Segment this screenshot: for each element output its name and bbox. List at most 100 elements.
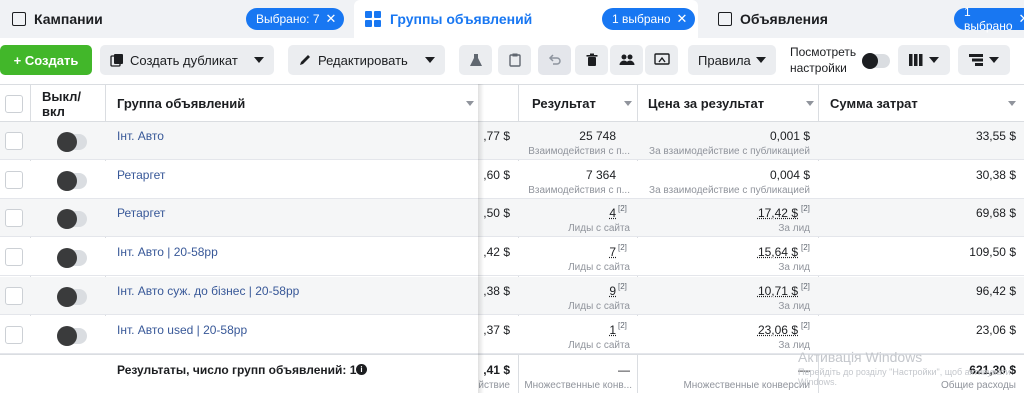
table-header: Выкл/ вкл Группа объявлений Результат Це… — [0, 84, 1024, 122]
tab-campaigns-label: Кампании — [34, 11, 103, 27]
frozen-column-shadow — [478, 84, 484, 393]
view-settings-line1: Посмотреть — [790, 44, 856, 60]
adsets-selected-pill[interactable]: 1 выбрано ✕ — [602, 8, 695, 30]
adset-name-link[interactable]: Інт. Авто суж. до бізнес | 20-58рр — [117, 284, 299, 298]
row-result[interactable]: 9 — [520, 284, 616, 298]
row-cost-per-result: 0,001 $ — [640, 129, 810, 143]
column-onoff[interactable]: Выкл/ вкл — [42, 85, 102, 122]
table-row: Інт. Авто суж. до бізнес | 20-58рр ,38 $9… — [0, 277, 1024, 315]
row-toggle[interactable] — [57, 328, 87, 344]
column-cost-per-result[interactable]: Цена за результат — [648, 85, 764, 122]
info-icon[interactable]: i — [356, 364, 367, 375]
row-spend: 23,06 $ — [820, 323, 1016, 337]
ads-selected-pill[interactable]: 1 выбрано ✕ — [954, 8, 1024, 30]
close-icon[interactable]: ✕ — [677, 11, 688, 27]
columns-button[interactable] — [898, 45, 950, 75]
row-result: 25 748 — [520, 129, 616, 143]
chevron-down-icon[interactable] — [254, 57, 264, 63]
close-icon[interactable]: ✕ — [326, 11, 337, 27]
row-checkbox[interactable] — [5, 171, 23, 189]
row-cost-per-result[interactable]: 15,64 $ — [640, 245, 798, 259]
view-settings-toggle[interactable] — [862, 54, 890, 68]
row-toggle[interactable] — [57, 250, 87, 266]
row-cost-per-result-sub: За взаимодействие с публикацией — [640, 146, 810, 157]
chevron-down-icon[interactable] — [756, 57, 766, 63]
row-cost-per-result[interactable]: 10,71 $ — [640, 284, 798, 298]
chevron-down-icon — [929, 57, 939, 63]
footnote-mark: [2] — [618, 282, 627, 291]
breakdown-button[interactable] — [958, 45, 1010, 75]
row-cost-per-result[interactable]: 17,42 $ — [640, 206, 798, 220]
row-result[interactable]: 1 — [520, 323, 616, 337]
row-result-sub: Лиды с сайта — [520, 262, 630, 273]
toolbar: + Создать Создать дубликат Редактировать… — [0, 38, 1024, 84]
pencil-icon — [298, 53, 312, 67]
column-adset[interactable]: Группа объявлений — [117, 85, 245, 122]
row-result[interactable]: 4 — [520, 206, 616, 220]
sort-result-icon[interactable] — [624, 101, 632, 106]
create-button[interactable]: + Создать — [0, 45, 92, 75]
adset-name-link[interactable]: Інт. Авто | 20-58рр — [117, 245, 218, 259]
row-toggle[interactable] — [57, 134, 87, 150]
row-checkbox[interactable] — [5, 248, 23, 266]
row-cost-per-result-sub: За лид — [640, 301, 810, 312]
edit-button[interactable]: Редактировать — [288, 45, 445, 75]
campaigns-selected-pill[interactable]: Выбрано: 7 ✕ — [246, 8, 344, 30]
column-result[interactable]: Результат — [532, 85, 596, 122]
row-checkbox[interactable] — [5, 287, 23, 305]
rules-button[interactable]: Правила — [688, 45, 776, 75]
close-icon[interactable]: ✕ — [1019, 11, 1024, 27]
chevron-down-icon — [989, 57, 999, 63]
sort-adset-icon[interactable] — [466, 101, 474, 106]
tab-ads-label: Объявления — [740, 11, 828, 27]
row-checkbox[interactable] — [5, 132, 23, 150]
row-cost-per-result[interactable]: 23,06 $ — [640, 323, 798, 337]
row-toggle[interactable] — [57, 289, 87, 305]
adset-name-link[interactable]: Ретаргет — [117, 206, 165, 220]
footnote-mark: [2] — [801, 204, 810, 213]
clipboard-button[interactable] — [498, 45, 531, 75]
flask-icon — [469, 53, 483, 67]
windows-activation-watermark: Активація Windows Перейдіть до розділу "… — [798, 349, 1011, 387]
row-toggle[interactable] — [57, 173, 87, 189]
adset-name-link[interactable]: Інт. Авто — [117, 129, 164, 143]
delete-button[interactable] — [575, 45, 608, 75]
pill-text: Выбрано: 7 — [256, 12, 320, 26]
copy-icon — [110, 53, 124, 67]
select-all-checkbox[interactable] — [5, 95, 23, 113]
row-toggle[interactable] — [57, 211, 87, 227]
view-settings-line2: настройки — [790, 60, 856, 76]
sort-cpr-icon[interactable] — [806, 101, 814, 106]
ab-test-button[interactable] — [459, 45, 492, 75]
footnote-mark: [2] — [618, 204, 627, 213]
duplicate-label: Создать дубликат — [130, 53, 238, 68]
row-result: 7 364 — [520, 168, 616, 182]
row-spend: 109,50 $ — [820, 245, 1016, 259]
undo-button[interactable] — [538, 45, 571, 75]
column-spend[interactable]: Сумма затрат — [830, 85, 918, 122]
row-checkbox[interactable] — [5, 209, 23, 227]
audience-button[interactable] — [610, 45, 643, 75]
row-result[interactable]: 7 — [520, 245, 616, 259]
folder-icon — [12, 12, 26, 26]
tab-ads[interactable]: Объявления 1 выбрано ✕ — [706, 0, 1024, 38]
duplicate-button[interactable]: Создать дубликат — [100, 45, 274, 75]
adset-name-link[interactable]: Інт. Авто used | 20-58рр — [117, 323, 247, 337]
row-checkbox[interactable] — [5, 326, 23, 344]
edit-label: Редактировать — [318, 53, 408, 68]
row-spend: 96,42 $ — [820, 284, 1016, 298]
preview-button[interactable] — [645, 45, 678, 75]
row-spend: 30,38 $ — [820, 168, 1016, 182]
chevron-down-icon[interactable] — [425, 57, 435, 63]
footnote-mark: [2] — [618, 243, 627, 252]
tab-campaigns[interactable]: Кампании Выбрано: 7 ✕ — [0, 0, 352, 38]
table-row: Ретаргет ,60 $7 364 Взаимодействия с п... 0… — [0, 161, 1024, 199]
watermark-line3: Windows. — [798, 377, 1011, 387]
column-onoff-line1: Выкл/ — [42, 89, 81, 104]
pill-text: 1 выбрано — [964, 5, 1013, 33]
sort-spend-icon[interactable] — [1008, 101, 1016, 106]
preview-icon — [654, 53, 670, 67]
row-cost-per-result-sub: За лид — [640, 223, 810, 234]
tab-adsets[interactable]: Группы объявлений 1 выбрано ✕ — [354, 0, 698, 38]
adset-name-link[interactable]: Ретаргет — [117, 168, 165, 182]
